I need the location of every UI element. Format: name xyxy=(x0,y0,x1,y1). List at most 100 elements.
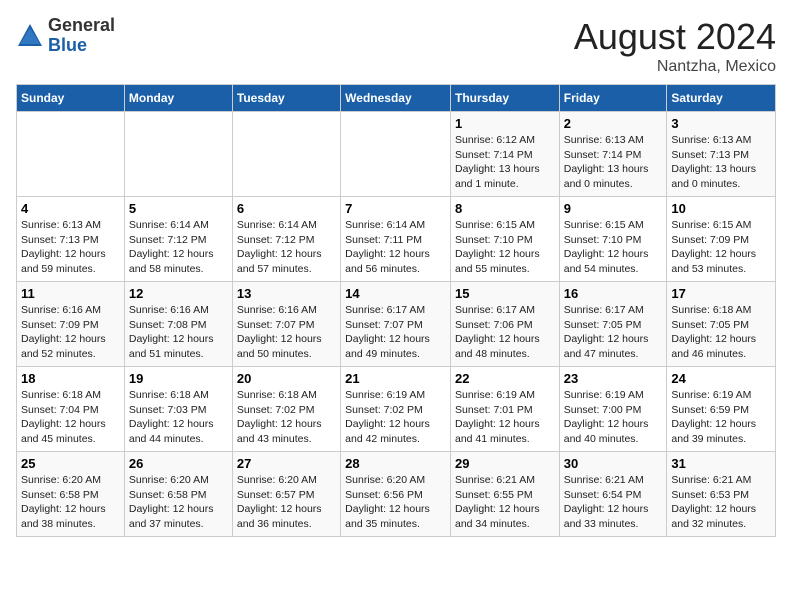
cell-week2-day7: 10 Sunrise: 6:15 AM Sunset: 7:09 PM Dayli… xyxy=(667,197,776,282)
logo: General Blue xyxy=(16,16,115,56)
day-number: 13 xyxy=(237,286,336,301)
cell-week3-day4: 14 Sunrise: 6:17 AM Sunset: 7:07 PM Dayli… xyxy=(341,282,451,367)
day-info: Sunrise: 6:21 AM Sunset: 6:54 PM Dayligh… xyxy=(564,473,663,532)
cell-week1-day6: 2 Sunrise: 6:13 AM Sunset: 7:14 PM Daylig… xyxy=(559,112,667,197)
calendar-body: 1 Sunrise: 6:12 AM Sunset: 7:14 PM Daylig… xyxy=(17,112,776,537)
header-row: SundayMondayTuesdayWednesdayThursdayFrid… xyxy=(17,85,776,112)
day-number: 18 xyxy=(21,371,120,386)
week-row-5: 25Sunrise: 6:20 AM Sunset: 6:58 PM Dayli… xyxy=(17,452,776,537)
logo-blue-text: Blue xyxy=(48,35,87,55)
cell-week3-day2: 12Sunrise: 6:16 AM Sunset: 7:08 PM Dayli… xyxy=(124,282,232,367)
day-number: 15 xyxy=(455,286,555,301)
cell-week4-day4: 21 Sunrise: 6:19 AM Sunset: 7:02 PM Dayli… xyxy=(341,367,451,452)
day-number: 28 xyxy=(345,456,446,471)
day-info: Sunrise: 6:17 AM Sunset: 7:05 PM Dayligh… xyxy=(564,303,663,362)
day-number: 22 xyxy=(455,371,555,386)
header-wednesday: Wednesday xyxy=(341,85,451,112)
day-info: Sunrise: 6:15 AM Sunset: 7:10 PM Dayligh… xyxy=(455,218,555,277)
cell-week2-day5: 8 Sunrise: 6:15 AM Sunset: 7:10 PM Daylig… xyxy=(450,197,559,282)
cell-week3-day5: 15 Sunrise: 6:17 AM Sunset: 7:06 PM Dayli… xyxy=(450,282,559,367)
cell-week4-day6: 23 Sunrise: 6:19 AM Sunset: 7:00 PM Dayli… xyxy=(559,367,667,452)
cell-week5-day1: 25Sunrise: 6:20 AM Sunset: 6:58 PM Dayli… xyxy=(17,452,125,537)
day-info: Sunrise: 6:19 AM Sunset: 7:02 PM Dayligh… xyxy=(345,388,446,447)
day-info: Sunrise: 6:20 AM Sunset: 6:57 PM Dayligh… xyxy=(237,473,336,532)
day-number: 26 xyxy=(129,456,228,471)
cell-week1-day2 xyxy=(124,112,232,197)
day-number: 1 xyxy=(455,116,555,131)
cell-week4-day1: 18 Sunrise: 6:18 AM Sunset: 7:04 PM Dayli… xyxy=(17,367,125,452)
day-info: Sunrise: 6:18 AM Sunset: 7:03 PM Dayligh… xyxy=(129,388,228,447)
page-header: General Blue August 2024 Nantzha, Mexico xyxy=(16,16,776,76)
cell-week3-day7: 17Sunrise: 6:18 AM Sunset: 7:05 PM Dayli… xyxy=(667,282,776,367)
day-number: 7 xyxy=(345,201,446,216)
day-number: 23 xyxy=(564,371,663,386)
day-info: Sunrise: 6:18 AM Sunset: 7:04 PM Dayligh… xyxy=(21,388,120,447)
cell-week1-day3 xyxy=(232,112,340,197)
day-number: 14 xyxy=(345,286,446,301)
day-number: 16 xyxy=(564,286,663,301)
day-number: 20 xyxy=(237,371,336,386)
location: Nantzha, Mexico xyxy=(574,58,776,76)
cell-week1-day5: 1 Sunrise: 6:12 AM Sunset: 7:14 PM Daylig… xyxy=(450,112,559,197)
header-saturday: Saturday xyxy=(667,85,776,112)
day-info: Sunrise: 6:16 AM Sunset: 7:07 PM Dayligh… xyxy=(237,303,336,362)
cell-week5-day6: 30 Sunrise: 6:21 AM Sunset: 6:54 PM Dayli… xyxy=(559,452,667,537)
day-info: Sunrise: 6:14 AM Sunset: 7:12 PM Dayligh… xyxy=(129,218,228,277)
cell-week4-day3: 20Sunrise: 6:18 AM Sunset: 7:02 PM Dayli… xyxy=(232,367,340,452)
day-info: Sunrise: 6:13 AM Sunset: 7:14 PM Dayligh… xyxy=(564,133,663,192)
header-monday: Monday xyxy=(124,85,232,112)
day-info: Sunrise: 6:12 AM Sunset: 7:14 PM Dayligh… xyxy=(455,133,555,192)
day-number: 27 xyxy=(237,456,336,471)
cell-week4-day7: 24Sunrise: 6:19 AM Sunset: 6:59 PM Dayli… xyxy=(667,367,776,452)
day-number: 3 xyxy=(671,116,771,131)
day-info: Sunrise: 6:17 AM Sunset: 7:07 PM Dayligh… xyxy=(345,303,446,362)
day-info: Sunrise: 6:15 AM Sunset: 7:10 PM Dayligh… xyxy=(564,218,663,277)
day-info: Sunrise: 6:13 AM Sunset: 7:13 PM Dayligh… xyxy=(21,218,120,277)
cell-week5-day5: 29Sunrise: 6:21 AM Sunset: 6:55 PM Dayli… xyxy=(450,452,559,537)
day-number: 25 xyxy=(21,456,120,471)
day-number: 12 xyxy=(129,286,228,301)
week-row-3: 11Sunrise: 6:16 AM Sunset: 7:09 PM Dayli… xyxy=(17,282,776,367)
cell-week3-day6: 16 Sunrise: 6:17 AM Sunset: 7:05 PM Dayli… xyxy=(559,282,667,367)
day-info: Sunrise: 6:14 AM Sunset: 7:11 PM Dayligh… xyxy=(345,218,446,277)
title-block: August 2024 Nantzha, Mexico xyxy=(574,16,776,76)
day-number: 10 xyxy=(671,201,771,216)
cell-week2-day2: 5Sunrise: 6:14 AM Sunset: 7:12 PM Daylig… xyxy=(124,197,232,282)
day-info: Sunrise: 6:19 AM Sunset: 7:01 PM Dayligh… xyxy=(455,388,555,447)
header-sunday: Sunday xyxy=(17,85,125,112)
week-row-2: 4 Sunrise: 6:13 AM Sunset: 7:13 PM Daylig… xyxy=(17,197,776,282)
cell-week2-day1: 4 Sunrise: 6:13 AM Sunset: 7:13 PM Daylig… xyxy=(17,197,125,282)
cell-week5-day3: 27 Sunrise: 6:20 AM Sunset: 6:57 PM Dayli… xyxy=(232,452,340,537)
cell-week3-day3: 13 Sunrise: 6:16 AM Sunset: 7:07 PM Dayli… xyxy=(232,282,340,367)
day-info: Sunrise: 6:17 AM Sunset: 7:06 PM Dayligh… xyxy=(455,303,555,362)
calendar-header: SundayMondayTuesdayWednesdayThursdayFrid… xyxy=(17,85,776,112)
day-info: Sunrise: 6:14 AM Sunset: 7:12 PM Dayligh… xyxy=(237,218,336,277)
cell-week4-day2: 19 Sunrise: 6:18 AM Sunset: 7:03 PM Dayli… xyxy=(124,367,232,452)
cell-week1-day1 xyxy=(17,112,125,197)
header-friday: Friday xyxy=(559,85,667,112)
day-number: 21 xyxy=(345,371,446,386)
header-tuesday: Tuesday xyxy=(232,85,340,112)
header-thursday: Thursday xyxy=(450,85,559,112)
day-info: Sunrise: 6:13 AM Sunset: 7:13 PM Dayligh… xyxy=(671,133,771,192)
day-info: Sunrise: 6:15 AM Sunset: 7:09 PM Dayligh… xyxy=(671,218,771,277)
day-number: 6 xyxy=(237,201,336,216)
day-number: 4 xyxy=(21,201,120,216)
day-number: 19 xyxy=(129,371,228,386)
day-number: 11 xyxy=(21,286,120,301)
week-row-4: 18 Sunrise: 6:18 AM Sunset: 7:04 PM Dayli… xyxy=(17,367,776,452)
day-number: 31 xyxy=(671,456,771,471)
calendar-table: SundayMondayTuesdayWednesdayThursdayFrid… xyxy=(16,84,776,537)
day-number: 24 xyxy=(671,371,771,386)
day-number: 2 xyxy=(564,116,663,131)
day-info: Sunrise: 6:19 AM Sunset: 7:00 PM Dayligh… xyxy=(564,388,663,447)
day-number: 17 xyxy=(671,286,771,301)
cell-week1-day4 xyxy=(341,112,451,197)
cell-week2-day4: 7 Sunrise: 6:14 AM Sunset: 7:11 PM Daylig… xyxy=(341,197,451,282)
day-info: Sunrise: 6:21 AM Sunset: 6:53 PM Dayligh… xyxy=(671,473,771,532)
logo-icon xyxy=(16,22,44,50)
cell-week2-day3: 6 Sunrise: 6:14 AM Sunset: 7:12 PM Daylig… xyxy=(232,197,340,282)
day-number: 30 xyxy=(564,456,663,471)
cell-week2-day6: 9Sunrise: 6:15 AM Sunset: 7:10 PM Daylig… xyxy=(559,197,667,282)
day-number: 8 xyxy=(455,201,555,216)
